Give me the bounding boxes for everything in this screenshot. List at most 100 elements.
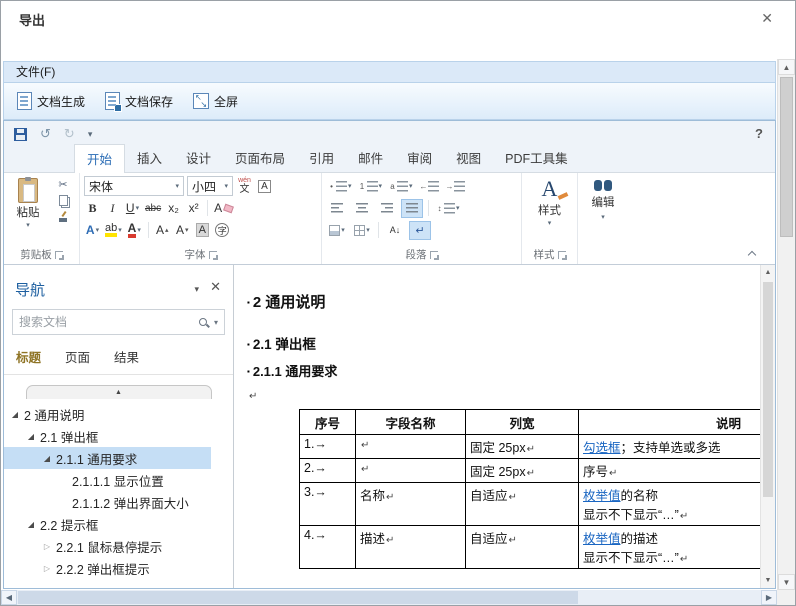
expanded-icon[interactable]: ◢ [26, 520, 36, 529]
phonetic-guide-button[interactable]: wén 文 [236, 177, 253, 196]
search-input[interactable] [19, 315, 199, 329]
tab-home[interactable]: 开始 [74, 144, 125, 173]
scroll-up-button[interactable]: ▲ [761, 265, 775, 280]
align-right-button[interactable] [376, 199, 398, 218]
expanded-icon[interactable]: ◢ [26, 432, 36, 441]
nav-tab-pages[interactable]: 页面 [65, 347, 90, 366]
paste-button[interactable]: 粘贴 ▾ [6, 176, 50, 248]
font-color-button[interactable]: A ▾ [126, 221, 143, 240]
show-marks-button[interactable]: ↵ [409, 221, 431, 240]
qat-dropdown-icon[interactable]: ▾ [88, 129, 93, 140]
fullscreen-button[interactable]: 全屏 [184, 89, 247, 114]
tree-item[interactable]: ◢ 2 通用说明 [4, 403, 233, 425]
clear-format-button[interactable]: A [213, 199, 234, 218]
nav-tab-results[interactable]: 结果 [114, 347, 139, 366]
increase-indent-button[interactable]: → [444, 177, 467, 196]
bullets-button[interactable]: • ▾ [326, 177, 354, 196]
tree-item[interactable]: 2.1.1.2 弹出界面大小 [4, 491, 233, 513]
tab-review[interactable]: 审阅 [395, 144, 444, 172]
doc-save-button[interactable]: 文档保存 [96, 88, 182, 114]
enclose-character-button[interactable]: 字 [214, 221, 231, 240]
tab-references[interactable]: 引用 [297, 144, 346, 172]
redo-icon[interactable]: ↻ [64, 126, 75, 142]
scroll-left-button[interactable]: ◀ [1, 590, 17, 605]
align-left-button[interactable] [326, 199, 348, 218]
tree-item[interactable]: ▷ 2.2.1 鼠标悬停提示 [4, 535, 233, 557]
font-name-select[interactable]: 宋体 ▾ [84, 176, 184, 196]
scroll-thumb[interactable] [780, 77, 793, 237]
scroll-thumb[interactable] [763, 282, 773, 497]
expanded-icon[interactable]: ◢ [10, 410, 20, 419]
format-painter-button[interactable] [58, 211, 69, 222]
copy-button[interactable] [59, 195, 68, 206]
shrink-font-button[interactable]: A [174, 221, 191, 240]
expanded-icon[interactable]: ◢ [42, 454, 52, 463]
character-shading-button[interactable]: A [194, 221, 211, 240]
bold-button[interactable]: B [84, 199, 101, 218]
close-icon[interactable]: ✕ [761, 10, 773, 27]
cut-button[interactable]: ✂ [58, 180, 67, 190]
scroll-thumb[interactable] [18, 591, 578, 604]
doc-generate-button[interactable]: 文档生成 [8, 88, 94, 114]
tab-view[interactable]: 视图 [444, 144, 493, 172]
highlight-button[interactable]: ab ▾ [104, 221, 123, 240]
search-dropdown-icon[interactable]: ▾ [214, 318, 218, 327]
superscript-button[interactable]: x² [185, 199, 202, 218]
tree-item[interactable]: 2.1.1.1 显示位置 [4, 469, 233, 491]
multilevel-list-button[interactable]: a ▾ [387, 177, 415, 196]
scroll-right-button[interactable]: ▶ [761, 590, 777, 605]
tree-item-selected[interactable]: ◢ 2.1.1 通用要求 [4, 447, 233, 469]
nav-dropdown-icon[interactable]: ▾ [194, 284, 199, 295]
align-center-button[interactable] [351, 199, 373, 218]
justify-icon [406, 203, 418, 214]
dialog-scrollbar-vertical[interactable]: ▲ ▼ [777, 59, 795, 590]
dialog-launcher-icon[interactable] [55, 251, 63, 259]
dialog-launcher-icon[interactable] [430, 251, 438, 259]
underline-button[interactable]: U ▾ [124, 199, 141, 218]
collapsed-icon[interactable]: ▷ [42, 564, 52, 573]
sort-button[interactable]: A↓ [384, 221, 406, 240]
tab-insert[interactable]: 插入 [125, 144, 174, 172]
dialog-launcher-icon[interactable] [209, 251, 217, 259]
undo-icon[interactable]: ↺ [40, 126, 51, 142]
save-icon[interactable] [14, 128, 27, 141]
scroll-down-button[interactable]: ▼ [761, 573, 775, 588]
tree-item[interactable]: ▷ 2.2.2 弹出框提示 [4, 557, 233, 579]
font-size-select[interactable]: 小四 ▾ [187, 176, 233, 196]
nav-scroll-up-tab[interactable]: ▲ [26, 385, 212, 399]
grow-font-button[interactable]: A [154, 221, 171, 240]
dialog-launcher-icon[interactable] [558, 251, 566, 259]
scroll-up-button[interactable]: ▲ [778, 59, 795, 75]
justify-button[interactable] [401, 199, 423, 218]
subscript-button[interactable]: x₂ [165, 199, 182, 218]
text-effects-button[interactable]: A ▾ [84, 221, 101, 240]
search-icon[interactable] [199, 318, 207, 326]
edit-button[interactable]: 编辑 ▾ [592, 180, 615, 221]
document-page[interactable]: ▪2 通用说明 ▪2.1 弹出框 ▪2.1.1 通用要求 ↵ 序号 字段名称 [235, 265, 760, 588]
strikethrough-button[interactable]: abc [144, 199, 162, 218]
scroll-down-button[interactable]: ▼ [778, 574, 795, 590]
tab-page-layout[interactable]: 页面布局 [223, 144, 297, 172]
document-scrollbar-vertical[interactable]: ▲ ▼ [760, 265, 775, 588]
menu-item-file[interactable]: 文件(F) [8, 62, 63, 82]
italic-button[interactable]: I [104, 199, 121, 218]
help-icon[interactable]: ? [755, 126, 763, 141]
numbering-button[interactable]: 1 ▾ [357, 177, 385, 196]
tab-pdf-tools[interactable]: PDF工具集 [493, 144, 580, 172]
tab-design[interactable]: 设计 [174, 144, 223, 172]
ribbon-collapse-button[interactable] [747, 249, 757, 258]
navigation-pane: 导航 ▾ ✕ ▾ 标题 页面 结果 ▲ [4, 265, 234, 588]
tree-item[interactable]: ◢ 2.1 弹出框 [4, 425, 233, 447]
dialog-scrollbar-horizontal[interactable]: ◀ ▶ [1, 590, 777, 605]
nav-close-icon[interactable]: ✕ [210, 279, 221, 295]
styles-button[interactable]: A 样式 ▾ [538, 177, 561, 227]
tab-mailings[interactable]: 邮件 [346, 144, 395, 172]
nav-tab-headings[interactable]: 标题 [16, 347, 41, 366]
shading-button[interactable]: ▾ [326, 221, 348, 240]
line-spacing-button[interactable]: ↕ ▾ [434, 199, 462, 218]
character-border-button[interactable]: A [256, 177, 273, 196]
decrease-indent-button[interactable]: ← [418, 177, 441, 196]
collapsed-icon[interactable]: ▷ [42, 542, 52, 551]
borders-button[interactable]: ▾ [351, 221, 373, 240]
tree-item[interactable]: ◢ 2.2 提示框 [4, 513, 233, 535]
